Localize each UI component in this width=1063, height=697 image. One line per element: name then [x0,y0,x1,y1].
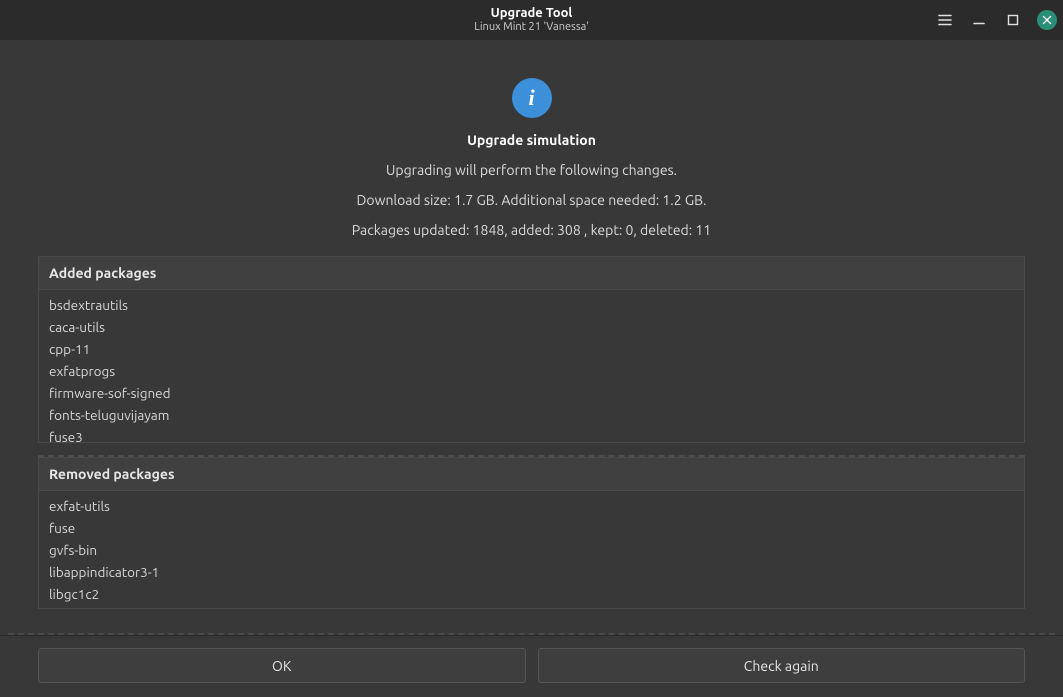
info-icon: i [512,78,552,118]
list-item[interactable]: gvfs-bin [39,539,1024,561]
close-icon[interactable] [1037,10,1057,30]
list-item[interactable]: caca-utils [39,316,1024,338]
maximize-icon[interactable] [1003,10,1023,30]
list-item[interactable]: libappindicator3-1 [39,561,1024,583]
list-item[interactable]: libgtk2-perl [39,605,1024,608]
window-subtitle: Linux Mint 21 'Vanessa' [474,21,588,34]
content-area: i Upgrade simulation Upgrading will perf… [0,40,1063,635]
info-block: i Upgrade simulation Upgrading will perf… [38,78,1025,238]
content-inner: i Upgrade simulation Upgrading will perf… [0,40,1063,633]
removed-packages-list[interactable]: exfat-utilsfusegvfs-binlibappindicator3-… [39,491,1024,608]
window-title: Upgrade Tool [474,6,588,22]
list-item[interactable]: exfat-utils [39,495,1024,517]
simulation-line-1: Upgrading will perform the following cha… [386,162,677,178]
title-block: Upgrade Tool Linux Mint 21 'Vanessa' [474,6,588,35]
menu-icon[interactable] [935,10,955,30]
scroll-fade-divider [8,633,1055,635]
divider [38,455,1025,457]
list-item[interactable]: fuse [39,517,1024,539]
list-item[interactable]: firmware-sof-signed [39,382,1024,404]
simulation-line-2: Download size: 1.7 GB. Additional space … [357,192,707,208]
check-again-button[interactable]: Check again [538,648,1026,683]
ok-button[interactable]: OK [38,648,526,683]
removed-packages-section: Removed packages exfat-utilsfusegvfs-bin… [38,457,1025,609]
footer-buttons: OK Check again [0,635,1063,697]
list-item[interactable]: exfatprogs [39,360,1024,382]
list-item[interactable]: bsdextrautils [39,294,1024,316]
window-controls [935,0,1057,40]
window-titlebar: Upgrade Tool Linux Mint 21 'Vanessa' [0,0,1063,40]
added-packages-list[interactable]: bsdextrautilscaca-utilscpp-11exfatprogsf… [39,290,1024,442]
added-packages-section: Added packages bsdextrautilscaca-utilscp… [38,256,1025,443]
added-packages-header: Added packages [39,257,1024,290]
minimize-icon[interactable] [969,10,989,30]
simulation-heading: Upgrade simulation [467,132,596,148]
simulation-line-3: Packages updated: 1848, added: 308 , kep… [352,222,711,238]
list-item[interactable]: fonts-teluguvijayam [39,404,1024,426]
removed-packages-header: Removed packages [39,458,1024,491]
list-item[interactable]: fuse3 [39,426,1024,442]
list-item[interactable]: libgc1c2 [39,583,1024,605]
list-item[interactable]: cpp-11 [39,338,1024,360]
